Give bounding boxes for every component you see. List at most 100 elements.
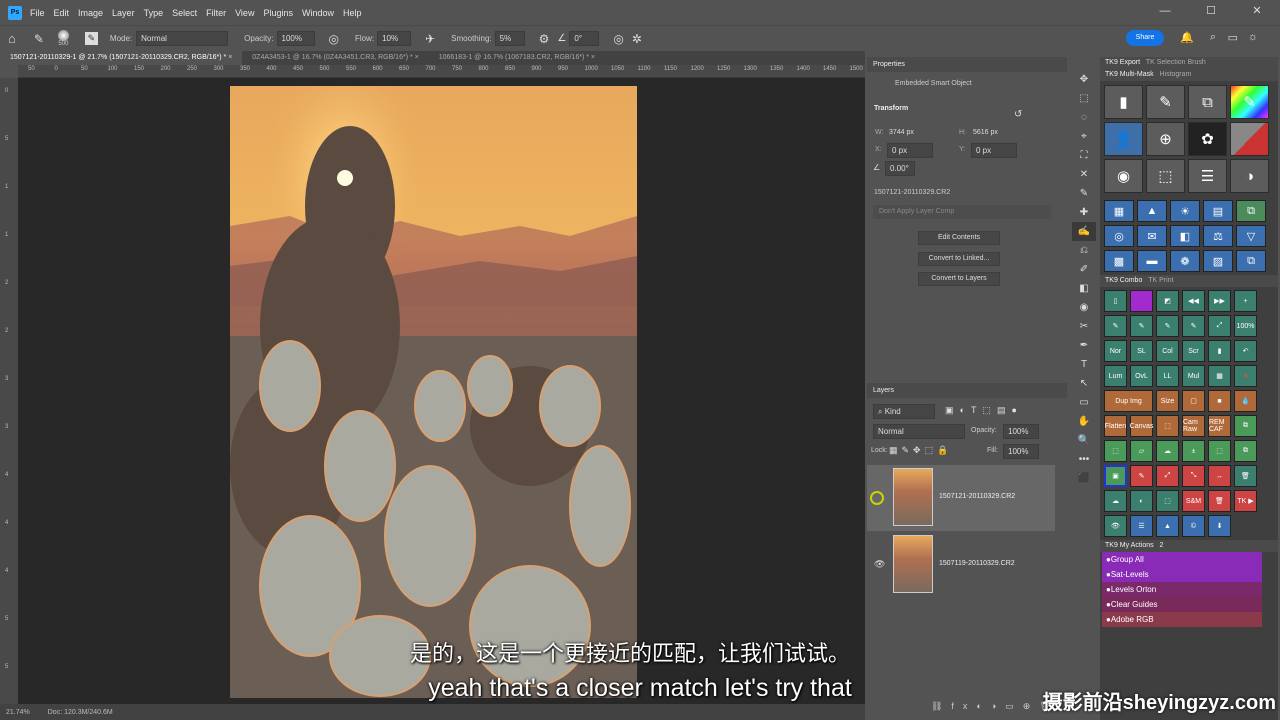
half-mask-icon[interactable]: ◐ bbox=[1130, 490, 1153, 512]
blend-icon[interactable]: ◩ bbox=[1156, 290, 1179, 312]
convert-icon[interactable]: ⧉ bbox=[1234, 440, 1257, 462]
action-adobe-rgb[interactable]: ●Adobe RGB bbox=[1102, 612, 1262, 627]
brush-tool-icon[interactable]: ✍ bbox=[1072, 222, 1096, 241]
copyright-icon[interactable]: © bbox=[1182, 515, 1205, 537]
blend-ovl-button[interactable]: OvL bbox=[1130, 365, 1153, 387]
brush-settings-icon[interactable]: ✎ bbox=[84, 32, 98, 45]
layers-icon[interactable]: ☰ bbox=[1130, 515, 1153, 537]
zoom-100-button[interactable]: 100% bbox=[1234, 315, 1257, 337]
calculator-icon[interactable]: ▦ bbox=[1208, 365, 1231, 387]
reset-transform-icon[interactable]: ↺ bbox=[1014, 109, 1022, 120]
history-brush-tool-icon[interactable]: ✐ bbox=[1072, 260, 1096, 279]
menu-edit[interactable]: Edit bbox=[54, 8, 70, 18]
link-icon[interactable]: ⧉ bbox=[1236, 250, 1266, 272]
shape-tool-icon[interactable]: ▭ bbox=[1072, 393, 1096, 412]
levels-icon[interactable]: ▲ bbox=[1137, 200, 1167, 222]
layer-row[interactable]: 👁 1507119-20110329.CR2 bbox=[867, 532, 1055, 598]
red-border-icon[interactable]: ▢ bbox=[1182, 390, 1205, 412]
frame-tool-icon[interactable]: ✕ bbox=[1072, 165, 1096, 184]
brush-white-icon[interactable]: ✎ bbox=[1130, 315, 1153, 337]
plus-minus-icon[interactable]: ± bbox=[1182, 440, 1205, 462]
person-icon[interactable]: 👤 bbox=[1104, 122, 1143, 156]
canvas-button[interactable]: Canvas bbox=[1130, 415, 1153, 437]
down-triangle-icon[interactable]: ▽ bbox=[1236, 225, 1266, 247]
type-tool-icon[interactable]: T bbox=[1072, 355, 1096, 374]
layer-copy-icon[interactable]: ⧉ bbox=[1234, 415, 1257, 437]
sm-button[interactable]: S&M bbox=[1182, 490, 1205, 512]
cloud-gray-icon[interactable]: ☁ bbox=[1104, 490, 1127, 512]
blend-mul-button[interactable]: Mul bbox=[1182, 365, 1205, 387]
rewind-icon[interactable]: ◀◀ bbox=[1182, 290, 1205, 312]
filter-kind-select[interactable]: ⌕ Kind bbox=[873, 404, 935, 419]
shrink-icon[interactable]: ⤡ bbox=[1182, 465, 1205, 487]
layer-opacity-field[interactable]: 100% bbox=[1003, 424, 1039, 439]
zoom-tool-icon[interactable]: 🔍 bbox=[1072, 431, 1096, 450]
mask-brush-icon[interactable]: ✎ bbox=[1146, 85, 1185, 119]
action-group-all[interactable]: ●Group All bbox=[1102, 552, 1262, 567]
list-icon[interactable]: ☰ bbox=[1188, 159, 1227, 193]
symmetry-icon[interactable]: ✲ bbox=[632, 32, 642, 46]
hand-tool-icon[interactable]: ✋ bbox=[1072, 412, 1096, 431]
monitor-icon[interactable]: ▬ bbox=[1137, 250, 1167, 272]
arrows-icon[interactable]: ↔ bbox=[1208, 465, 1231, 487]
close-icon[interactable]: × bbox=[415, 54, 419, 61]
fit-icon[interactable]: ⤢ bbox=[1208, 315, 1231, 337]
close-button[interactable]: ✕ bbox=[1234, 0, 1280, 22]
tab-tk9-multi-mask[interactable]: TK9 Multi-Mask bbox=[1105, 71, 1154, 78]
layer-name[interactable]: 1507121-20110329.CR2 bbox=[939, 493, 1015, 500]
height-value[interactable]: 5616 px bbox=[973, 129, 998, 136]
visibility-toggle-icon[interactable] bbox=[870, 491, 884, 505]
gear-icon[interactable]: ⚙ bbox=[539, 32, 550, 46]
blend-ll-button[interactable]: LL bbox=[1156, 365, 1179, 387]
convert-to-layers-button[interactable]: Convert to Layers bbox=[918, 272, 1000, 286]
drop-icon[interactable]: 💧 bbox=[1234, 390, 1257, 412]
eye-icon[interactable]: 👁 bbox=[1104, 515, 1127, 537]
target-icon[interactable]: ⊕ bbox=[1146, 122, 1185, 156]
maximize-button[interactable]: ☐ bbox=[1188, 0, 1234, 22]
pressure-opacity-icon[interactable]: ◎ bbox=[329, 32, 339, 46]
dotted-select-icon[interactable]: ⬚ bbox=[1156, 490, 1179, 512]
lasso-tool-icon[interactable]: ◌ bbox=[1072, 108, 1096, 127]
expand-icon[interactable]: ⤢ bbox=[1156, 465, 1179, 487]
blend-scr-button[interactable]: Scr bbox=[1182, 340, 1205, 362]
envelope-icon[interactable]: ✉ bbox=[1137, 225, 1167, 247]
eye-icon[interactable]: 👁 bbox=[874, 559, 885, 570]
menu-plugins[interactable]: Plugins bbox=[263, 8, 293, 18]
plus-icon[interactable]: + bbox=[1234, 290, 1257, 312]
download-icon[interactable]: ⬇ bbox=[1208, 515, 1231, 537]
brush-black-icon[interactable]: ✎ bbox=[1104, 315, 1127, 337]
pencil-icon[interactable]: ✎ bbox=[1130, 465, 1153, 487]
channels-icon[interactable]: ❁ bbox=[1170, 250, 1200, 272]
blend-lum-button[interactable]: Lum bbox=[1104, 365, 1127, 387]
y-field[interactable]: 0 px bbox=[971, 143, 1017, 158]
tab-histogram[interactable]: Histogram bbox=[1159, 71, 1191, 78]
marquee-tool-icon[interactable]: ⬚ bbox=[1072, 89, 1096, 108]
eyedropper-tool-icon[interactable]: ✎ bbox=[1072, 184, 1096, 203]
curves-icon[interactable]: ▦ bbox=[1104, 200, 1134, 222]
color-swatch-icon[interactable]: ⬛ bbox=[1072, 469, 1096, 488]
tab-tk9-combo[interactable]: TK9 Combo bbox=[1105, 277, 1142, 284]
crop-tool-icon[interactable]: ⛶ bbox=[1072, 146, 1096, 165]
selection-icon[interactable]: ⬚ bbox=[1156, 415, 1179, 437]
cam-raw-button[interactable]: Cam Raw bbox=[1182, 415, 1205, 437]
tab-doc-2[interactable]: 0Z4A3453-1 @ 16.7% (0Z4A3451.CR3, RGB/16… bbox=[242, 51, 428, 65]
share-button[interactable]: Share bbox=[1126, 30, 1164, 46]
angle-field[interactable]: 0.00° bbox=[885, 161, 915, 176]
mode-select[interactable]: Normal bbox=[136, 31, 229, 46]
move-tool-icon[interactable]: ✥ bbox=[1072, 70, 1096, 89]
layer-comp-select[interactable]: Don't Apply Layer Comp bbox=[873, 205, 1051, 219]
discover-icon[interactable]: ☼ bbox=[1248, 31, 1258, 43]
action-sat-levels[interactable]: ●Sat-Levels bbox=[1102, 567, 1262, 582]
quick-select-tool-icon[interactable]: ⌖ bbox=[1072, 127, 1096, 146]
smart-object-icon[interactable]: ⬚ bbox=[1104, 440, 1127, 462]
layer-fill-field[interactable]: 100% bbox=[1003, 444, 1039, 459]
action-clear-guides[interactable]: ●Clear Guides bbox=[1102, 597, 1262, 612]
edit-contents-button[interactable]: Edit Contents bbox=[918, 231, 1000, 245]
blend-sl-button[interactable]: SL bbox=[1130, 340, 1153, 362]
home-icon[interactable]: ⌂ bbox=[8, 31, 16, 46]
dup-img-button[interactable]: Dup Img bbox=[1104, 390, 1153, 412]
action-levels-orton[interactable]: ●Levels Orton bbox=[1102, 582, 1262, 597]
layer-row[interactable]: 1507121-20110329.CR2 bbox=[867, 465, 1055, 531]
black-mask-icon[interactable]: ▮ bbox=[1208, 340, 1231, 362]
zoom-level[interactable]: 21.74% bbox=[6, 709, 30, 716]
